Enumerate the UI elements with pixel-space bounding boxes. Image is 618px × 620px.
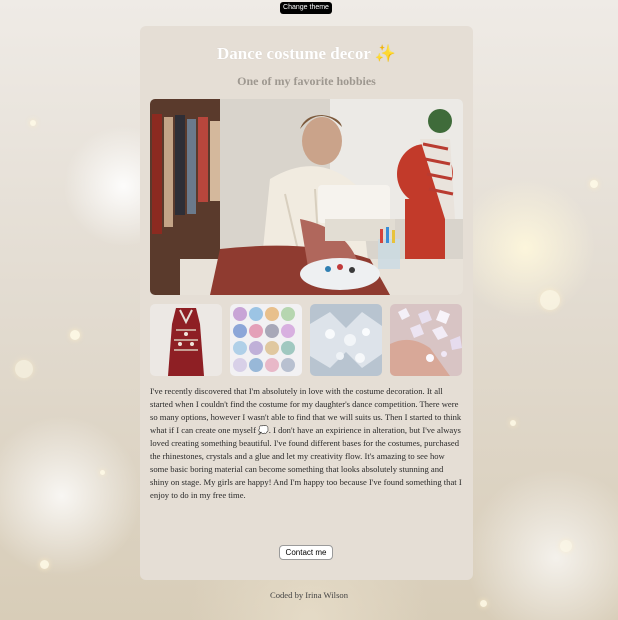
background-sparkle [40,560,49,569]
background-sparkle [70,330,80,340]
background-sparkle [510,420,516,426]
background-sparkle [30,120,36,126]
sparkles-icon: ✨ [374,44,396,63]
background-sparkle [590,180,598,188]
page-title-text: Dance costume decor [216,44,371,63]
red-costume-photo [150,304,222,376]
page-subtitle: One of my favorite hobbies [237,74,376,88]
background-sparkle [560,540,572,552]
change-theme-button[interactable]: Change theme [280,2,332,14]
content-card: Dance costume decor ✨ One of my favorite… [140,26,473,580]
footer-credit: Coded by Irina Wilson [269,590,349,600]
contact-button[interactable]: Contact me [279,545,333,560]
hand-with-rhinestones-photo [390,304,462,376]
sewing-studio-photo [150,99,463,295]
body-paragraph: I've recently discovered that I'm absolu… [150,386,462,500]
background-sparkle [100,470,105,475]
background-sparkle [15,360,33,378]
rhinestone-sets-photo [230,304,302,376]
page-title: Dance costume decor ✨ [140,44,473,64]
background-sparkle [480,600,487,607]
crystal-appliques-photo [310,304,382,376]
background-sparkle [540,290,560,310]
